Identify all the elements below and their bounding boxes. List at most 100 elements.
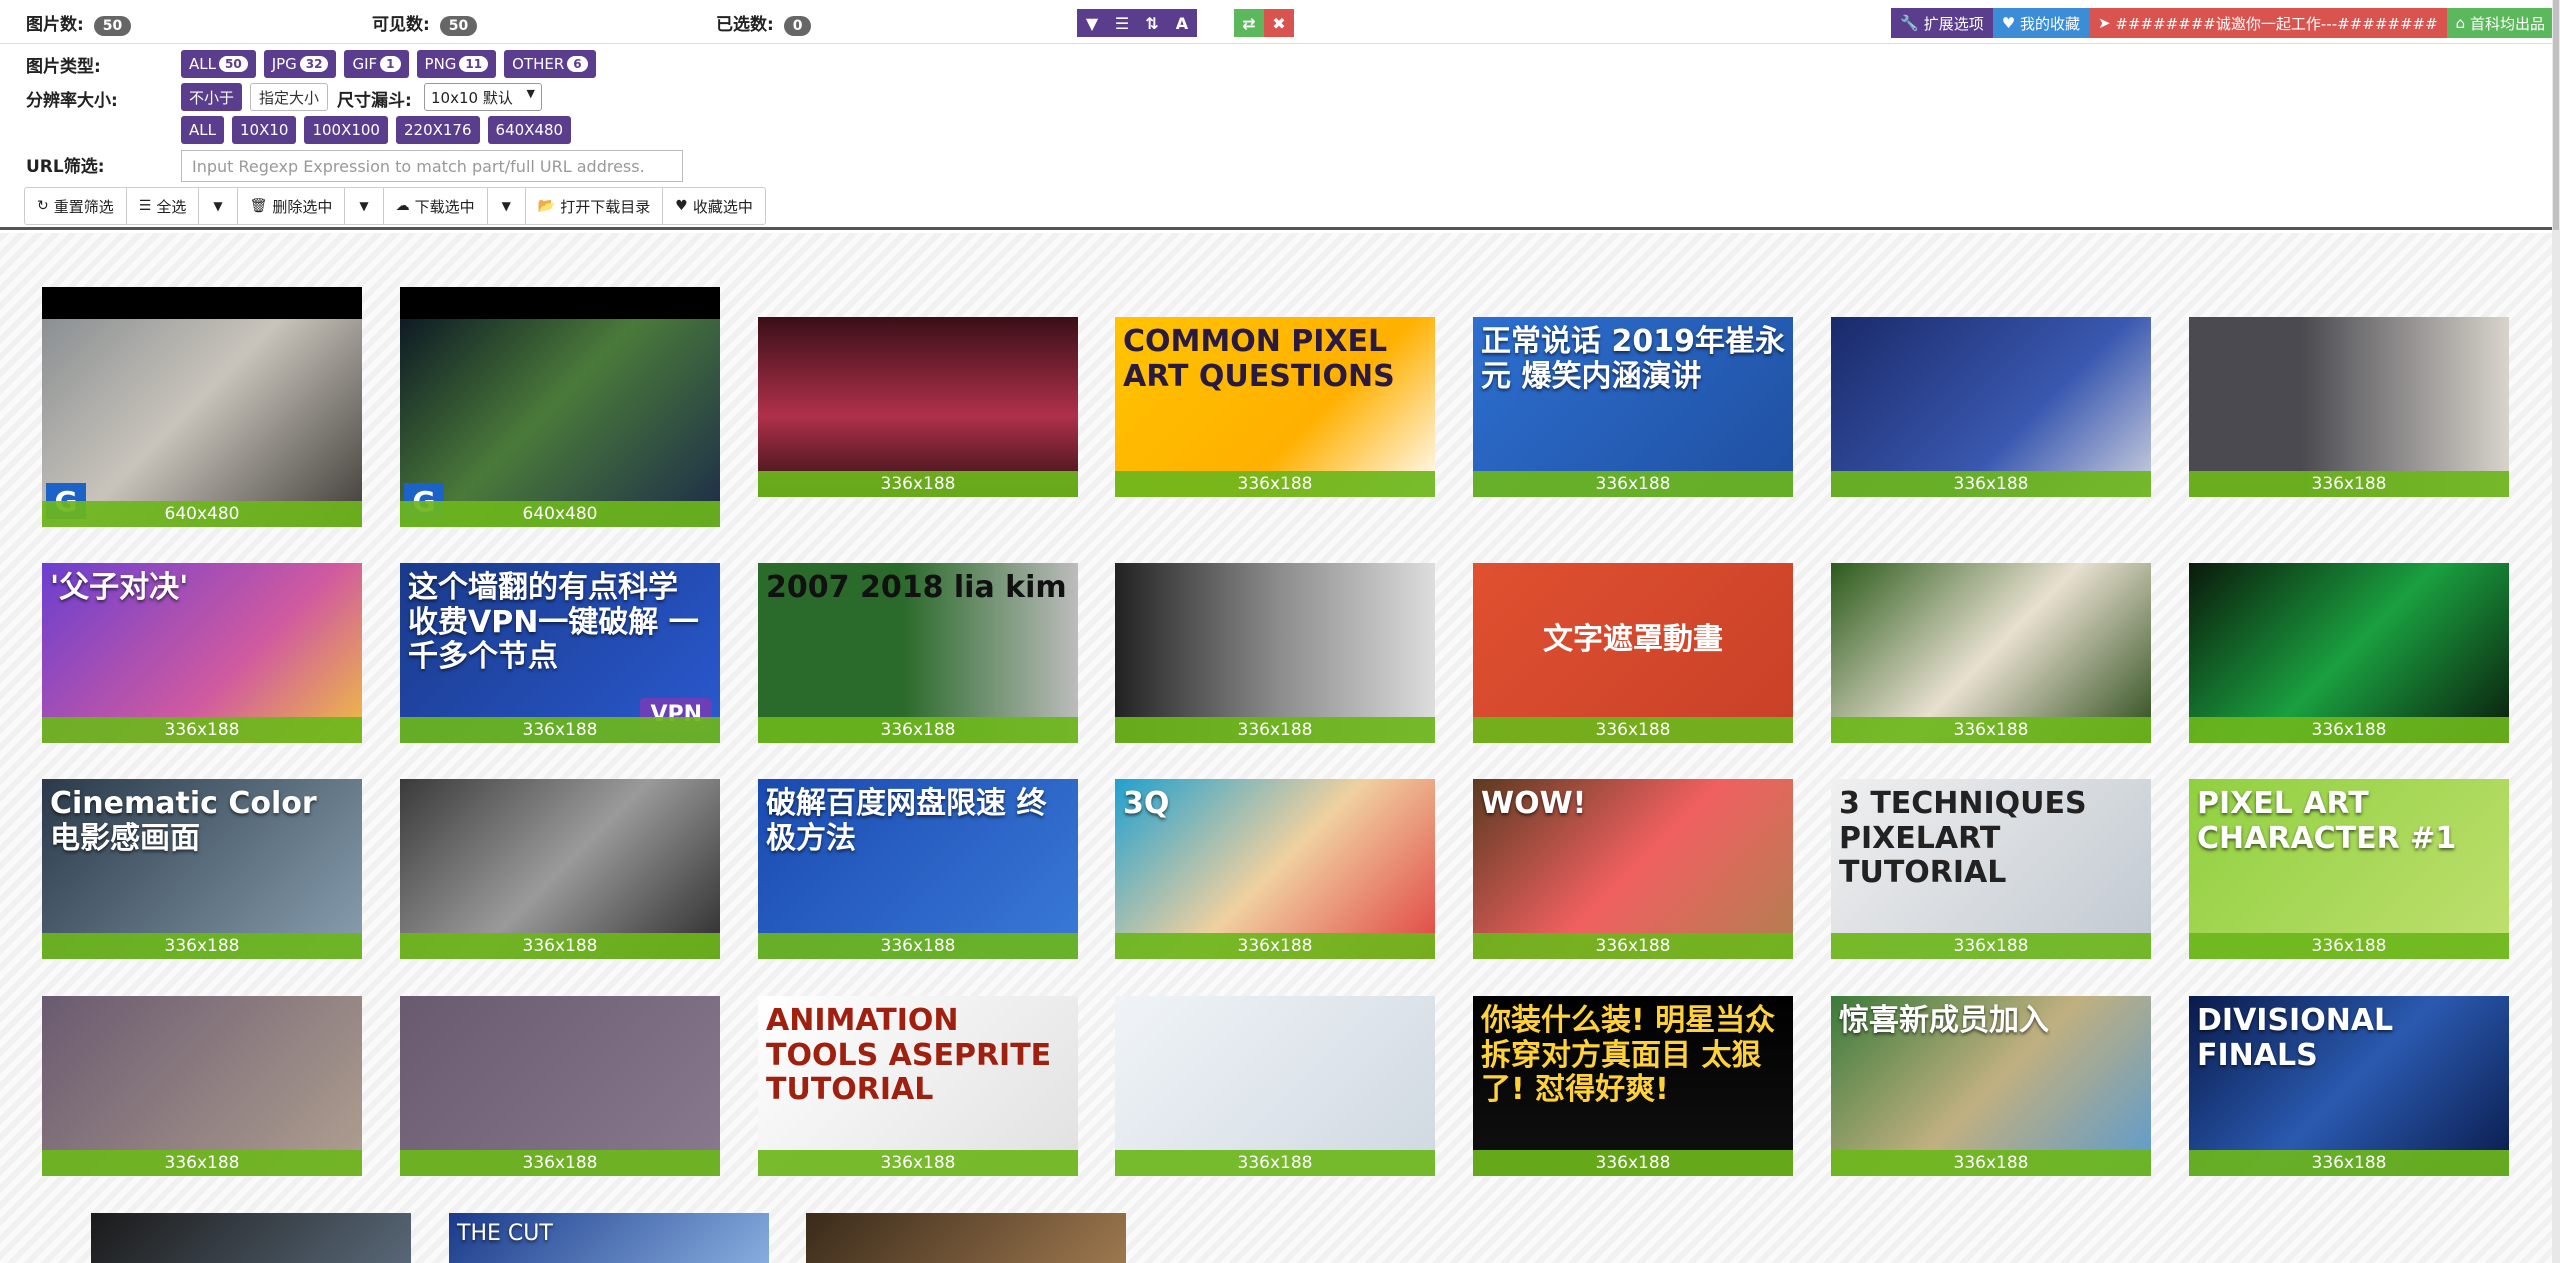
size-filter-all[interactable]: ALL: [181, 116, 224, 144]
thumbnail-overlay-text: THE CUT: [457, 1221, 553, 1246]
favorite-selected-button[interactable]: ♥ 收藏选中: [663, 188, 765, 224]
image-thumbnail[interactable]: G640x480: [400, 287, 720, 527]
filter-icon[interactable]: ▼: [1077, 9, 1107, 37]
list-icon[interactable]: ☰: [1107, 9, 1137, 37]
page-scrollbar[interactable]: [2552, 0, 2560, 1263]
type-filter-other[interactable]: OTHER 6: [504, 50, 596, 78]
select-all-dropdown[interactable]: ▼: [199, 188, 238, 224]
delete-dropdown[interactable]: ▼: [345, 188, 384, 224]
author-label: 首科均出品: [2469, 14, 2545, 33]
image-thumbnail[interactable]: [91, 1213, 411, 1263]
image-thumbnail[interactable]: Cinematic Color 电影感画面 336x188: [42, 779, 362, 959]
image-type-filters: ALL 50 JPG 32 GIF 1 PNG 11 OTHER 6: [181, 50, 596, 78]
download-selected-button[interactable]: ☁ 下载选中: [384, 188, 488, 224]
size-filter-640x480[interactable]: 640X480: [487, 116, 572, 144]
thumbnail-size-caption: 336x188: [2189, 471, 2509, 497]
image-thumbnail[interactable]: 破解百度网盘限速 终极方法 336x188: [758, 779, 1078, 959]
thumbnail-overlay-text: ANIMATION TOOLS ASEPRITE TUTORIAL: [766, 1003, 1052, 1107]
url-filter-label: URL筛选:: [26, 157, 105, 177]
image-thumbnail[interactable]: DIVISIONAL FINALS 336x188: [2189, 996, 2509, 1176]
thumbnail-image: Cinematic Color 电影感画面 336x188: [42, 779, 362, 959]
reset-filter-button[interactable]: ↻ 重置筛选: [25, 188, 127, 224]
thumbnail-image: 336x188: [42, 996, 362, 1176]
type-filter-gif[interactable]: GIF 1: [344, 50, 409, 78]
image-thumbnail[interactable]: WOW! 336x188: [1473, 779, 1793, 959]
caret-down-icon: ▼: [213, 199, 223, 213]
extension-options-button[interactable]: 🔧 扩展选项: [1891, 8, 1993, 38]
thumbnail-size-caption: 640x480: [42, 501, 362, 527]
image-thumbnail[interactable]: 3Q 336x188: [1115, 779, 1435, 959]
type-filter-label: JPG: [271, 55, 297, 73]
image-thumbnail[interactable]: ANIMATION TOOLS ASEPRITE TUTORIAL 336x188: [758, 996, 1078, 1176]
image-thumbnail[interactable]: G640x480: [42, 287, 362, 527]
thumbnail-image: COMMON PIXEL ART QUESTIONS 336x188: [1115, 317, 1435, 497]
image-thumbnail[interactable]: COMMON PIXEL ART QUESTIONS 336x188: [1115, 317, 1435, 497]
thumbnail-image: 文字遮罩動畫 336x188: [1473, 563, 1793, 743]
thumbnail-image: PIXEL ART CHARACTER #1 336x188: [2189, 779, 2509, 959]
type-filter-label: PNG: [424, 55, 457, 73]
image-thumbnail[interactable]: 336x188: [42, 996, 362, 1176]
url-filter-input[interactable]: Input Regexp Expression to match part/fu…: [181, 150, 683, 182]
size-filter-100x100[interactable]: 100X100: [304, 116, 388, 144]
image-thumbnail[interactable]: 336x188: [758, 317, 1078, 497]
thumbnail-image: 336x188: [400, 779, 720, 959]
thumbnail-image: [806, 1213, 1126, 1263]
folder-icon: 📂: [537, 198, 556, 214]
type-filter-all[interactable]: ALL 50: [181, 50, 256, 78]
image-thumbnail[interactable]: 正常说话 2019年崔永元 爆笑内涵演讲 336x188: [1473, 317, 1793, 497]
scrollbar-thumb[interactable]: [2553, 0, 2559, 230]
image-thumbnail[interactable]: PIXEL ART CHARACTER #1 336x188: [2189, 779, 2509, 959]
open-download-folder-button[interactable]: 📂 打开下载目录: [526, 188, 664, 224]
close-icon[interactable]: ✖: [1264, 9, 1294, 37]
sort-icon[interactable]: ⇅: [1137, 9, 1167, 37]
download-icon: ☁: [395, 198, 410, 214]
thumbnail-size-caption: 336x188: [758, 933, 1078, 959]
image-thumbnail[interactable]: 你装什么装! 明星当众拆穿对方真面目 太狠了! 怼得好爽! 336x188: [1473, 996, 1793, 1176]
thumbnail-image: WOW! 336x188: [1473, 779, 1793, 959]
image-thumbnail[interactable]: THE CUT: [449, 1213, 769, 1263]
image-thumbnail[interactable]: 336x188: [2189, 563, 2509, 743]
image-thumbnail[interactable]: 336x188: [400, 779, 720, 959]
swap-icon[interactable]: ⇄: [1234, 9, 1264, 37]
image-thumbnail[interactable]: 惊喜新成员加入 336x188: [1831, 996, 2151, 1176]
thumbnail-image: '父子对决' 336x188: [42, 563, 362, 743]
size-filter-220x176[interactable]: 220X176: [395, 116, 480, 144]
size-filter-10x10[interactable]: 10X10: [231, 116, 297, 144]
trash-icon: 🗑: [249, 198, 268, 214]
my-favorites-button[interactable]: ♥ 我的收藏: [1992, 8, 2089, 38]
image-thumbnail[interactable]: 336x188: [400, 996, 720, 1176]
image-thumbnail[interactable]: 文字遮罩動畫 336x188: [1473, 563, 1793, 743]
text-icon[interactable]: A: [1167, 9, 1197, 37]
author-button[interactable]: ⌂ 首科均出品: [2446, 8, 2554, 38]
thumbnail-size-caption: 336x188: [1473, 1150, 1793, 1176]
thumbnail-image: G640x480: [400, 287, 720, 527]
image-thumbnail[interactable]: 2007 2018 lia kim 336x188: [758, 563, 1078, 743]
mode-not-smaller-button[interactable]: 不小于: [181, 83, 243, 111]
selected-count: 已选数: 0: [716, 10, 812, 36]
image-thumbnail[interactable]: [806, 1213, 1126, 1263]
type-filter-png[interactable]: PNG 11: [416, 50, 497, 78]
image-thumbnail[interactable]: 3 TECHNIQUES PIXELART TUTORIAL 336x188: [1831, 779, 2151, 959]
thumbnail-overlay-text: 你装什么装! 明星当众拆穿对方真面目 太狠了! 怼得好爽!: [1481, 1003, 1776, 1107]
total-count-label: 图片数:: [26, 15, 84, 35]
thumbnail-overlay-text: 破解百度网盘限速 终极方法: [766, 786, 1047, 856]
thumbnail-overlay-text: 惊喜新成员加入: [1839, 1003, 2049, 1038]
filter-panel: 图片类型: ALL 50 JPG 32 GIF 1 PNG 11 OTHER 6 分辨率大…: [0, 44, 2552, 230]
download-dropdown[interactable]: ▼: [488, 188, 526, 224]
select-all-label: 全选: [156, 197, 187, 216]
mode-exact-size-button[interactable]: 指定大小: [250, 83, 329, 111]
image-thumbnail[interactable]: 336x188: [1831, 317, 2151, 497]
image-thumbnail[interactable]: 336x188: [1115, 563, 1435, 743]
invite-button[interactable]: ➤ ########诚邀你一起工作---########: [2088, 8, 2447, 38]
image-thumbnail[interactable]: 336x188: [2189, 317, 2509, 497]
type-filter-jpg[interactable]: JPG 32: [263, 50, 337, 78]
thumbnail-size-caption: 336x188: [42, 717, 362, 743]
my-favorites-label: 我的收藏: [2019, 14, 2080, 33]
image-thumbnail[interactable]: '父子对决' 336x188: [42, 563, 362, 743]
image-thumbnail[interactable]: VPN 这个墙翻的有点科学 收费VPN一键破解 一千多个节点 336x188: [400, 563, 720, 743]
image-thumbnail[interactable]: 336x188: [1831, 563, 2151, 743]
size-funnel-select[interactable]: 10x10 默认 ▼: [424, 83, 542, 111]
image-thumbnail[interactable]: 336x188: [1115, 996, 1435, 1176]
delete-selected-button[interactable]: 🗑 删除选中: [238, 188, 346, 224]
select-all-button[interactable]: ☰ 全选: [127, 188, 200, 224]
